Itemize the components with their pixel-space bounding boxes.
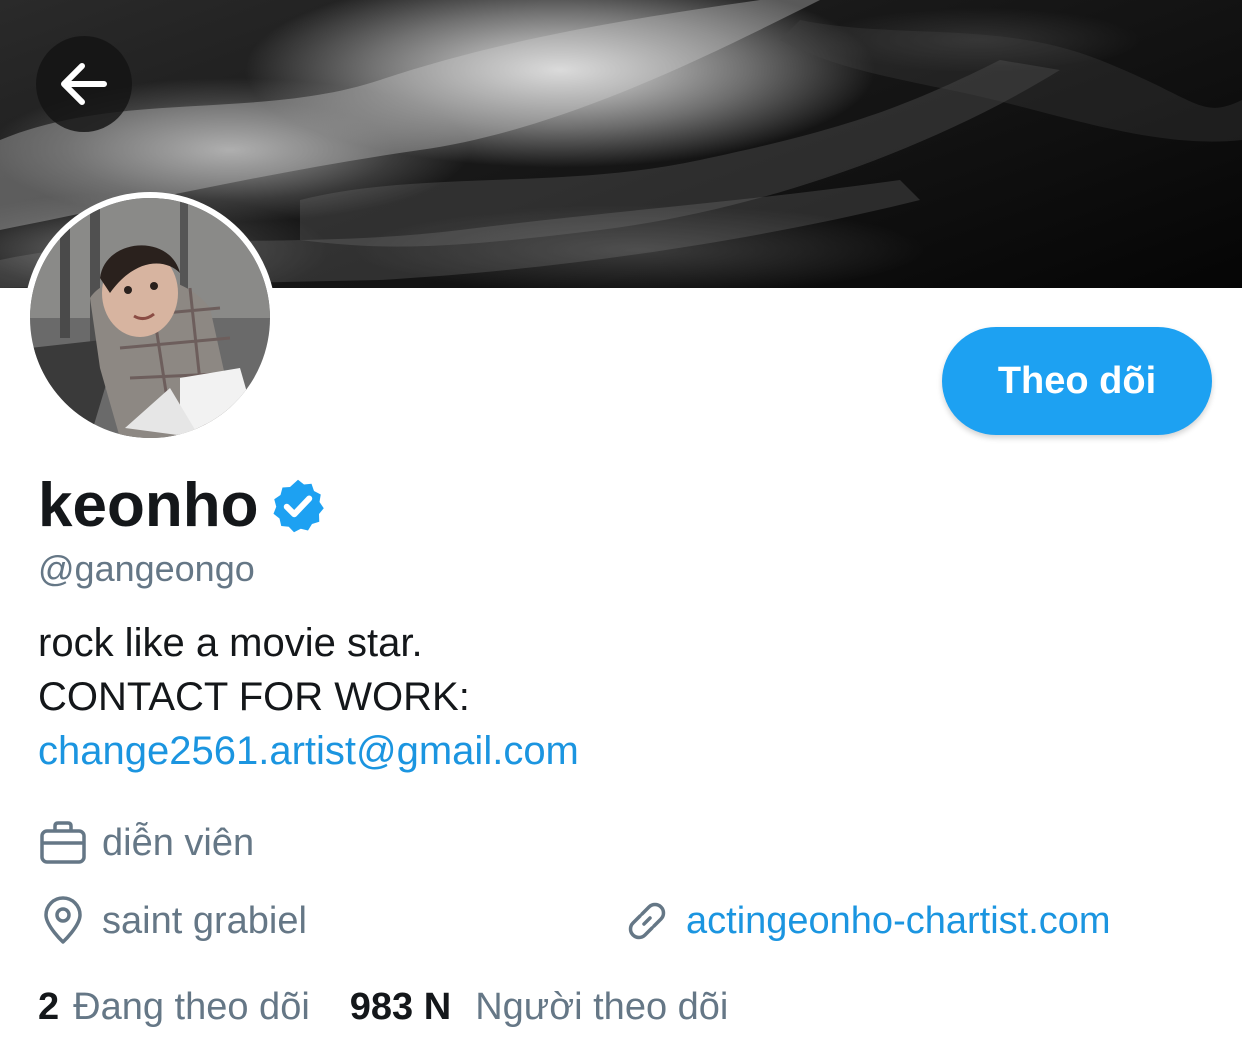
- location-row: saint grabiel: [38, 896, 307, 946]
- location-pin-icon: [44, 896, 82, 944]
- following-stat[interactable]: 2 Đang theo dõi: [38, 982, 310, 1032]
- website-row[interactable]: actingeonho-chartist.com: [622, 896, 1111, 946]
- profile-bio: rock like a movie star. CONTACT FOR WORK…: [38, 616, 579, 778]
- bio-email-link[interactable]: change2561.artist@gmail.com: [38, 724, 579, 778]
- follow-button[interactable]: Theo dõi: [942, 327, 1212, 435]
- location-text: saint grabiel: [102, 900, 307, 942]
- briefcase-icon: [40, 821, 86, 864]
- profile-handle: @gangeongo: [38, 548, 255, 589]
- verified-badge-icon: [273, 479, 325, 533]
- following-label: Đang theo dõi: [73, 986, 310, 1028]
- followers-label: Người theo dõi: [475, 986, 729, 1028]
- bio-line: rock like a movie star.: [38, 621, 423, 665]
- link-icon: [628, 902, 666, 940]
- following-count: 2: [38, 986, 60, 1028]
- back-button[interactable]: [36, 36, 132, 132]
- website-link[interactable]: actingeonho-chartist.com: [686, 897, 1111, 945]
- bio-line: CONTACT FOR WORK:: [38, 675, 470, 719]
- profession-text: diễn viên: [102, 822, 255, 864]
- followers-stat[interactable]: 983 N Người theo dõi: [350, 982, 729, 1032]
- profile-display-name: keonho: [38, 470, 328, 542]
- avatar[interactable]: [24, 192, 276, 444]
- arrow-left-icon: [61, 63, 107, 105]
- profile-stats: 2 Đang theo dõi 983 N Người theo dõi: [38, 982, 728, 1032]
- avatar-image: [30, 198, 270, 438]
- display-name-text: keonho: [38, 471, 259, 540]
- profile-page: Theo dõi keonho @gangeongo rock like a m…: [0, 0, 1242, 1063]
- profession-row: diễn viên: [38, 818, 254, 868]
- followers-count: 983 N: [349, 986, 452, 1028]
